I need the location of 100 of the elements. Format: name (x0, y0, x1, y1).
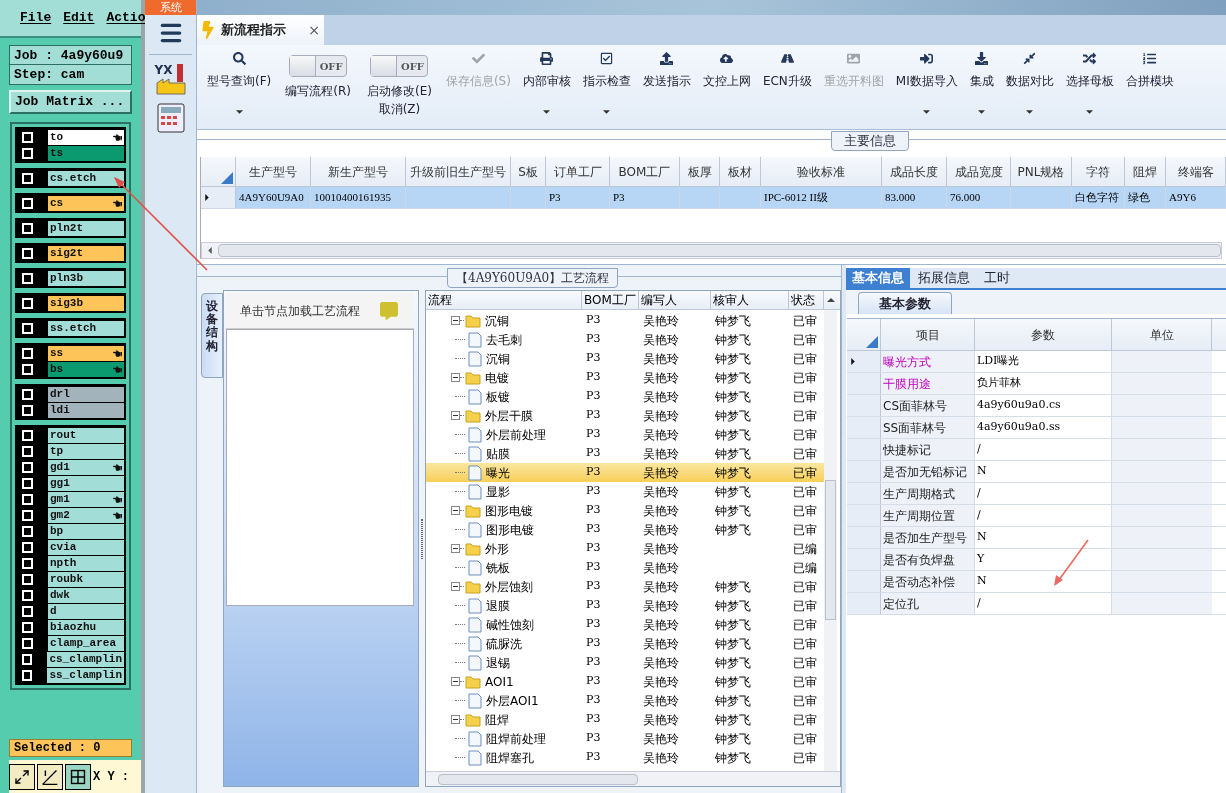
menu-item[interactable]: File (20, 8, 52, 28)
tree-row[interactable]: 曝光 P3 吴艳玲 钟梦飞 已审 (426, 463, 824, 482)
column-header[interactable]: 状态 (789, 291, 824, 309)
horizontal-scrollbar[interactable] (426, 771, 840, 786)
tree-row[interactable]: 沉铜 P3 吴艳玲 钟梦飞 已审 (426, 311, 824, 330)
tree-row[interactable]: 图形电镀 P3 吴艳玲 钟梦飞 已审 (426, 501, 824, 520)
tree-row[interactable]: 外层前处理 P3 吴艳玲 钟梦飞 已审 (426, 425, 824, 444)
layer-name[interactable]: sig2t (48, 245, 124, 261)
layer-name[interactable]: ss_clamplin (47, 667, 124, 683)
layer-name[interactable]: rout (48, 427, 124, 443)
panel-tab[interactable]: 基本信息 (846, 268, 910, 288)
layer-name[interactable]: cs.etch (48, 170, 124, 186)
tree-row[interactable]: 阻焊塞孔 P3 吴艳玲 钟梦飞 已审 (426, 748, 824, 767)
toolbar-button[interactable]: ECN升级 (758, 45, 816, 115)
layer-name[interactable]: roubk (48, 571, 124, 587)
layer-checkbox[interactable] (22, 363, 33, 375)
column-header[interactable]: S板 (511, 157, 546, 186)
toolbar-button[interactable]: 选择母板 (1061, 45, 1118, 115)
expander-icon[interactable] (451, 316, 460, 325)
layer-name[interactable]: gm1 (48, 491, 124, 507)
expander-icon[interactable] (451, 544, 460, 553)
expander-icon[interactable] (451, 373, 460, 382)
factory-logo[interactable]: YX (154, 61, 187, 95)
layer-name[interactable]: cs (48, 195, 124, 211)
column-header[interactable]: 项目 (881, 319, 975, 350)
menu-item[interactable]: Actio (106, 8, 146, 28)
expander-icon[interactable] (451, 411, 460, 420)
tree-row[interactable]: 板镀 P3 吴艳玲 钟梦飞 已审 (426, 387, 824, 406)
layer-checkbox[interactable] (22, 621, 33, 633)
column-header[interactable]: 成品长度 (882, 157, 947, 186)
expander-icon[interactable] (451, 715, 460, 724)
table-row[interactable]: 是否有负焊盘 Y (847, 549, 1226, 571)
table-row[interactable]: SS面菲林号 4a9y60u9a0.ss (847, 417, 1226, 439)
toolbar-button[interactable]: 集成 (965, 45, 998, 115)
tree-row[interactable]: 电镀 P3 吴艳玲 钟梦飞 已审 (426, 368, 824, 387)
column-header[interactable]: 板材 (720, 157, 761, 186)
layer-checkbox[interactable] (22, 429, 33, 441)
layer-name[interactable]: ss (48, 345, 124, 361)
column-header[interactable]: 新生产型号 (311, 157, 406, 186)
layer-checkbox[interactable] (22, 557, 33, 569)
layer-name[interactable]: pln2t (48, 220, 124, 236)
toolbar-button[interactable]: 指示检查 (578, 45, 635, 115)
tree-row[interactable]: 图形电镀 P3 吴艳玲 钟梦飞 已审 (426, 520, 824, 539)
toolbar-button[interactable]: 内部审核 (518, 45, 575, 115)
document-tab[interactable]: 新流程指示 × (197, 15, 324, 45)
layer-checkbox[interactable] (22, 573, 33, 585)
layer-checkbox[interactable] (22, 637, 33, 649)
layer-name[interactable]: ldi (48, 402, 124, 418)
layer-name[interactable]: sig3b (48, 295, 124, 311)
table-row[interactable]: CS面菲林号 4a9y60u9a0.cs (847, 395, 1226, 417)
expander-icon[interactable] (451, 677, 460, 686)
tree-row[interactable]: 退锡 P3 吴艳玲 钟梦飞 已审 (426, 653, 824, 672)
scroll-up-icon[interactable] (826, 298, 835, 302)
vertical-scrollbar[interactable] (824, 310, 837, 771)
layer-checkbox[interactable] (22, 322, 33, 334)
layer-checkbox[interactable] (22, 445, 33, 457)
tree-row[interactable]: 阻焊 P3 吴艳玲 钟梦飞 已审 (426, 710, 824, 729)
layer-checkbox[interactable] (22, 493, 33, 505)
grid-icon[interactable] (65, 763, 91, 790)
expander-icon[interactable] (451, 506, 460, 515)
layer-name[interactable]: gg1 (48, 475, 124, 491)
tree-row[interactable]: 外层AOI1 P3 吴艳玲 钟梦飞 已审 (426, 691, 824, 710)
layer-checkbox[interactable] (22, 477, 33, 489)
layer-checkbox[interactable] (22, 589, 33, 601)
layer-name[interactable]: pln3b (48, 270, 124, 286)
job-matrix-button[interactable]: Job Matrix ... (9, 90, 132, 114)
tree-row[interactable]: 去毛刺 P3 吴艳玲 钟梦飞 已审 (426, 330, 824, 349)
corner-triangle-icon[interactable] (866, 336, 878, 348)
toolbar-button[interactable]: 型号查询(F) (203, 45, 276, 115)
sub-tab[interactable]: 基本参数 (858, 292, 952, 314)
layer-checkbox[interactable] (22, 272, 33, 284)
layer-name[interactable]: d (48, 603, 124, 619)
layer-name[interactable]: biaozhu (48, 619, 124, 635)
layer-checkbox[interactable] (22, 525, 33, 537)
layer-name[interactable]: to (48, 129, 124, 145)
layer-name[interactable]: drl (48, 386, 124, 402)
table-row[interactable]: 是否加无铅标记 N (847, 461, 1226, 483)
column-header[interactable]: 终端客 (1166, 157, 1226, 186)
layer-checkbox[interactable] (22, 197, 33, 209)
close-icon[interactable]: × (308, 19, 320, 41)
layer-checkbox[interactable] (22, 461, 33, 473)
menu-item[interactable]: Edit (63, 8, 95, 28)
corner-triangle-icon[interactable] (221, 172, 233, 184)
side-tab[interactable]: 设备结构 (201, 293, 223, 378)
tree-row[interactable]: 外形 P3 吴艳玲 已编 (426, 539, 824, 558)
layer-checkbox[interactable] (22, 388, 33, 400)
tree-row[interactable]: 退膜 P3 吴艳玲 钟梦飞 已审 (426, 596, 824, 615)
toolbar-button[interactable]: 数据对比 (1001, 45, 1058, 115)
layer-name[interactable]: gm2 (48, 507, 124, 523)
panel-tab[interactable]: 工时 (978, 268, 1016, 288)
table-row[interactable]: 定位孔 / (847, 593, 1226, 615)
panel-tab[interactable]: 拓展信息 (912, 268, 976, 288)
column-header[interactable]: 字符 (1072, 157, 1125, 186)
layer-name[interactable]: dwk (48, 587, 124, 603)
column-header[interactable]: 成品宽度 (947, 157, 1011, 186)
column-header[interactable]: 单位 (1112, 319, 1212, 350)
tree-row[interactable]: AOI1 P3 吴艳玲 钟梦飞 已审 (426, 672, 824, 691)
tree-row[interactable]: 硫脲洗 P3 吴艳玲 钟梦飞 已审 (426, 634, 824, 653)
calculator-icon[interactable] (156, 103, 185, 133)
tree-row[interactable]: 碱性蚀刻 P3 吴艳玲 钟梦飞 已审 (426, 615, 824, 634)
